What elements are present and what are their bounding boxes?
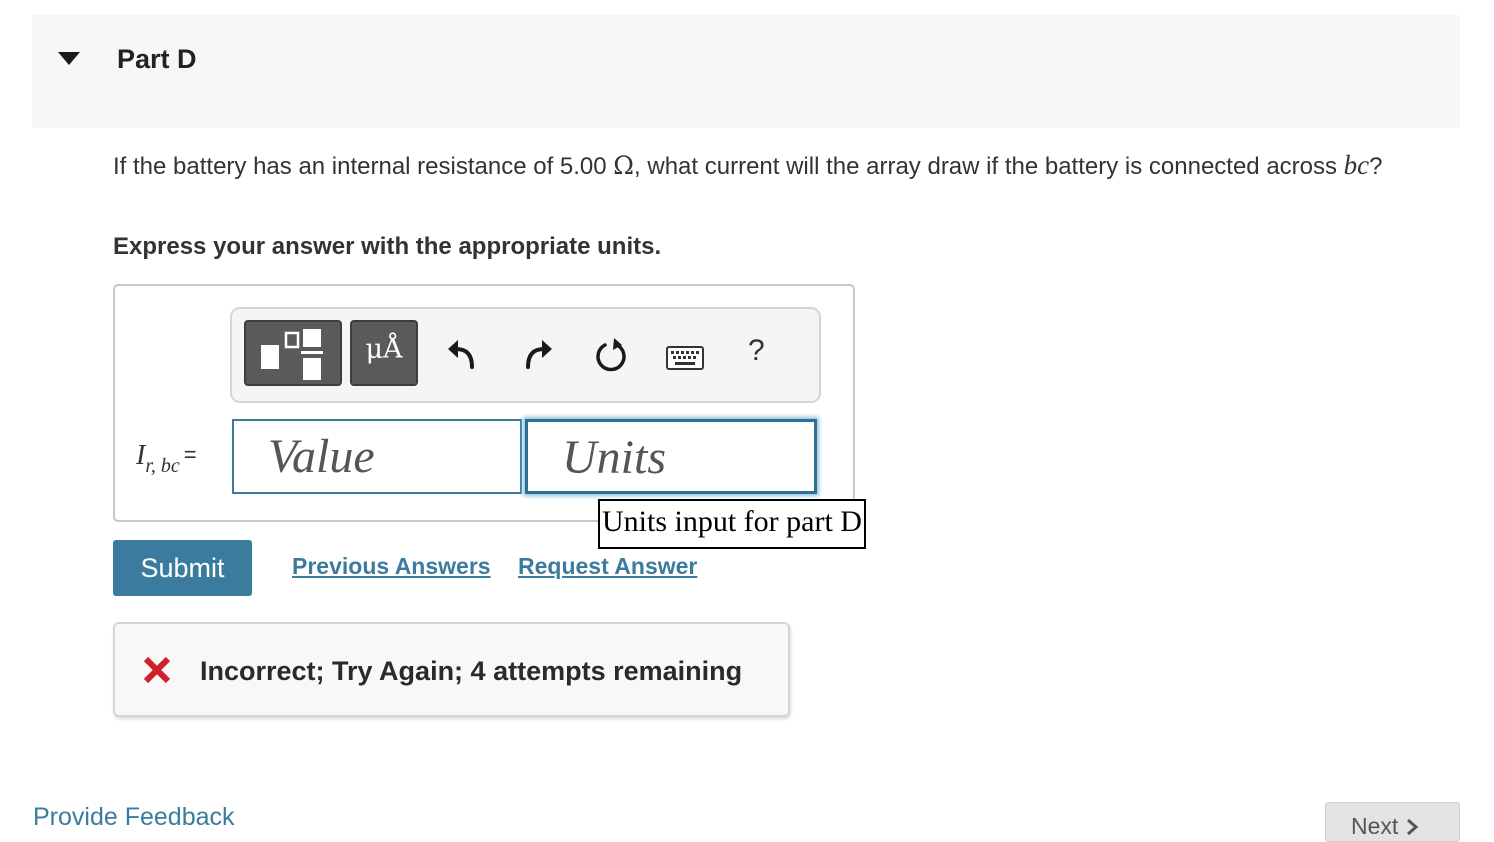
request-answer-link[interactable]: Request Answer	[518, 553, 697, 580]
answer-variable-label: Ir, bc =	[136, 440, 197, 477]
units-tooltip: Units input for part D	[598, 499, 866, 549]
question-mark: ?	[1369, 153, 1383, 180]
templates-button[interactable]	[244, 320, 342, 386]
units-button[interactable]: μÅ	[350, 320, 418, 386]
variable-symbol: I	[136, 440, 146, 471]
next-button[interactable]: Next	[1325, 802, 1460, 842]
answer-instruction: Express your answer with the appropriate…	[113, 233, 662, 260]
help-button[interactable]: ?	[748, 334, 765, 368]
part-title: Part D	[117, 44, 197, 74]
ohm-symbol: Ω	[613, 151, 635, 180]
triangle-down-icon[interactable]	[58, 52, 80, 65]
question-text-after: , what current will the array draw if th…	[634, 153, 1344, 180]
templates-icon	[261, 329, 323, 380]
x-icon	[143, 656, 171, 684]
units-button-label: μÅ	[365, 334, 403, 365]
question-math-term: bc	[1343, 150, 1370, 180]
feedback-message: Incorrect; Try Again; 4 attempts remaini…	[200, 656, 743, 686]
units-placeholder: Units	[562, 431, 667, 484]
reset-icon[interactable]	[593, 336, 629, 374]
value-input[interactable]: Value	[232, 419, 522, 494]
question-text: If the battery has an internal resistanc…	[113, 150, 1453, 182]
value-placeholder: Value	[268, 430, 375, 483]
previous-answers-link[interactable]: Previous Answers	[292, 553, 491, 580]
chevron-right-icon	[1406, 818, 1418, 836]
redo-icon[interactable]	[522, 336, 556, 370]
next-label: Next	[1351, 813, 1399, 839]
part-header	[32, 15, 1460, 128]
variable-subscript: r, bc	[145, 455, 180, 477]
undo-icon[interactable]	[444, 336, 478, 370]
equals-sign: =	[183, 442, 197, 467]
submit-button[interactable]: Submit	[113, 540, 252, 596]
keyboard-icon[interactable]	[666, 346, 704, 370]
units-input[interactable]: Units	[525, 419, 817, 494]
question-text-before: If the battery has an internal resistanc…	[113, 153, 614, 180]
